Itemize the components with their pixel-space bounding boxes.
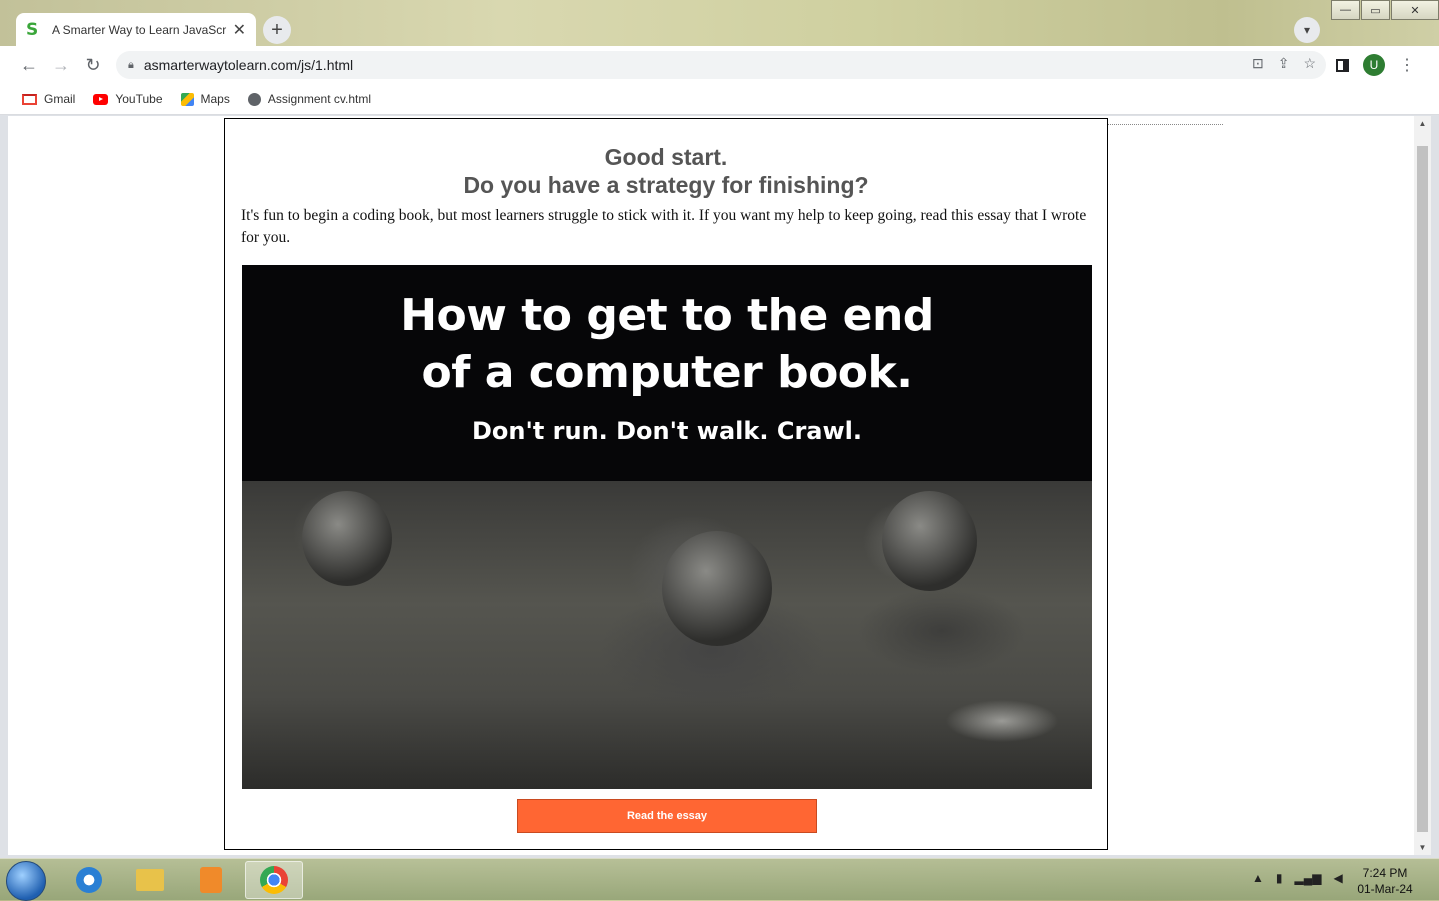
show-hidden-icons-icon[interactable]: ▲ <box>1252 871 1264 885</box>
headline-line-2: Do you have a strategy for finishing? <box>463 172 869 198</box>
bookmark-youtube[interactable]: YouTube <box>93 92 163 106</box>
back-button[interactable]: ← <box>18 54 40 76</box>
profile-avatar[interactable]: U <box>1363 54 1385 76</box>
taskbar-media-player[interactable] <box>182 861 240 899</box>
bookmark-label: Gmail <box>44 92 76 106</box>
bookmark-maps[interactable]: Maps <box>180 92 230 106</box>
headline-line-1: Good start. <box>604 144 728 170</box>
media-player-icon <box>200 867 222 893</box>
forward-button[interactable]: → <box>50 54 72 76</box>
address-bar[interactable]: 🔒︎ asmarterwaytolearn.com/js/1.html ⊡ ⇪ … <box>116 51 1326 79</box>
browser-toolbar: ← → ↻ 🔒︎ asmarterwaytolearn.com/js/1.htm… <box>0 46 1439 84</box>
intro-paragraph: It's fun to begin a coding book, but mos… <box>241 207 1087 246</box>
bookmark-label: YouTube <box>115 92 163 106</box>
taskbar-explorer[interactable] <box>121 861 179 899</box>
maps-icon <box>180 92 194 106</box>
kebab-menu-icon[interactable]: ⋮ <box>1399 55 1415 75</box>
promo-title-line-1: How to get to the end <box>400 290 934 341</box>
lock-icon[interactable]: 🔒︎ <box>128 59 134 72</box>
taskbar-chrome[interactable] <box>245 861 303 899</box>
browser-window: S A Smarter Way to Learn JavaScript ✕ + … <box>0 0 1439 858</box>
vertical-scrollbar[interactable]: ▲ ▼ <box>1414 116 1431 855</box>
crawler-left <box>302 491 392 586</box>
globe-icon <box>247 92 261 106</box>
taskbar-ie[interactable] <box>60 861 118 899</box>
taskbar: ▲ ▮ ▂▄▆ ◀︎ 7:24 PM 01-Mar-24 <box>0 858 1439 901</box>
close-window-button[interactable]: ✕ <box>1391 0 1439 20</box>
page-viewport: Good start. Do you have a strategy for f… <box>8 116 1431 855</box>
essay-promo-image[interactable]: How to get to the end of a computer book… <box>242 265 1092 789</box>
bookmark-star-icon[interactable]: ☆ <box>1303 55 1316 72</box>
scroll-up-icon[interactable]: ▲ <box>1414 119 1431 128</box>
gmail-icon <box>22 93 37 105</box>
bookmark-gmail[interactable]: Gmail <box>22 92 75 106</box>
site-favicon-icon: S <box>26 19 39 40</box>
share-icon[interactable]: ⇪ <box>1278 55 1290 72</box>
power-icon[interactable]: ▮ <box>1276 871 1283 885</box>
tab-search-button[interactable]: ▾ <box>1294 17 1320 43</box>
content-panel: Good start. Do you have a strategy for f… <box>224 118 1108 850</box>
clock-time: 7:24 PM <box>1362 866 1408 880</box>
system-tray: ▲ ▮ ▂▄▆ ◀︎ <box>1252 871 1343 885</box>
folder-icon <box>136 869 164 891</box>
window-controls: — ▭ ✕ <box>1331 0 1439 20</box>
close-tab-icon[interactable]: ✕ <box>233 20 246 40</box>
clock-date: 01-Mar-24 <box>1357 882 1413 896</box>
promo-title: How to get to the end of a computer book… <box>242 287 1092 401</box>
bookmark-assignment[interactable]: Assignment cv.html <box>247 92 371 106</box>
bookmark-label: Assignment cv.html <box>267 92 371 106</box>
network-icon[interactable]: ▂▄▆ <box>1295 871 1322 885</box>
scroll-down-icon[interactable]: ▼ <box>1414 843 1431 852</box>
start-button[interactable] <box>6 861 46 901</box>
reload-button[interactable]: ↻ <box>82 54 104 76</box>
page-headline: Good start. Do you have a strategy for f… <box>225 143 1107 199</box>
minimize-button[interactable]: — <box>1331 0 1360 20</box>
read-essay-button[interactable]: Read the essay <box>517 799 817 833</box>
volume-icon[interactable]: ◀︎ <box>1333 871 1342 885</box>
internet-explorer-icon <box>76 867 102 893</box>
tab-title: A Smarter Way to Learn JavaScript <box>51 22 227 37</box>
bookmarks-bar: Gmail YouTube Maps Assignment cv.html <box>0 84 1439 115</box>
mud-crawl-photo <box>242 481 1092 789</box>
scroll-thumb[interactable] <box>1417 146 1428 832</box>
title-bar: S A Smarter Way to Learn JavaScript ✕ + … <box>0 0 1439 46</box>
promo-subtitle: Don't run. Don't walk. Crawl. <box>471 417 862 445</box>
youtube-icon <box>93 93 109 105</box>
side-panel-icon[interactable] <box>1336 58 1349 72</box>
crawler-center <box>662 531 772 646</box>
url-text[interactable]: asmarterwaytolearn.com/js/1.html <box>144 57 353 73</box>
cast-icon[interactable]: ⊡ <box>1252 55 1264 72</box>
active-tab[interactable]: S A Smarter Way to Learn JavaScript ✕ <box>16 13 256 46</box>
maximize-button[interactable]: ▭ <box>1361 0 1390 20</box>
chrome-icon <box>260 866 288 894</box>
promo-title-line-2: of a computer book. <box>421 347 914 398</box>
bookmark-label: Maps <box>200 92 230 106</box>
crawler-right <box>882 491 977 591</box>
new-tab-button[interactable]: + <box>263 16 291 44</box>
clock[interactable]: 7:24 PM 01-Mar-24 <box>1350 865 1420 897</box>
